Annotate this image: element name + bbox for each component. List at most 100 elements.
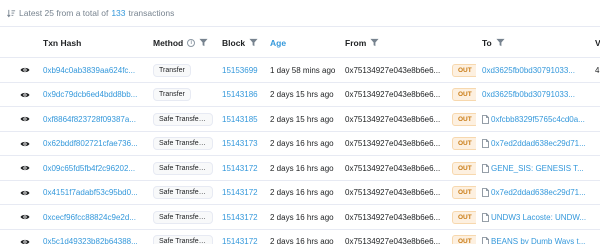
value-text xyxy=(595,181,600,205)
block-link[interactable]: 15143172 xyxy=(222,230,267,244)
method-badge: Transfer xyxy=(153,63,191,77)
age-text: 2 days 16 hrs ago xyxy=(270,212,334,222)
to-address-link[interactable]: GENE_SIS: GENESIS T... xyxy=(482,156,588,180)
direction-badge: OUT xyxy=(452,186,476,199)
eye-icon xyxy=(20,141,30,146)
from-filter-button[interactable] xyxy=(370,38,379,47)
txn-hash-header-label: Txn Hash xyxy=(43,37,82,48)
contract-file-icon xyxy=(482,114,489,124)
preview-transaction-button[interactable] xyxy=(20,163,30,173)
block-link[interactable]: 15143172 xyxy=(222,156,267,180)
block-link[interactable]: 15153699 xyxy=(222,58,267,82)
age-text: 1 day 58 mins ago xyxy=(270,65,336,75)
to-address-text[interactable]: 0xd3625fb0bd30791033... xyxy=(482,90,575,99)
summary-count: 133 xyxy=(111,8,126,18)
to-address-link[interactable]: 0x7ed2ddad638ec29d71... xyxy=(482,181,588,205)
preview-transaction-button[interactable] xyxy=(20,237,30,244)
preview-transaction-button[interactable] xyxy=(20,212,30,222)
block-link[interactable]: 15143185 xyxy=(222,107,267,131)
sort-descending-icon xyxy=(7,9,16,17)
method-badge: Safe Transfer Fr... xyxy=(153,137,213,150)
to-address-text[interactable]: 0x7ed2ddad638ec29d71... xyxy=(491,139,586,148)
eye-icon xyxy=(20,92,30,97)
txn-hash-link[interactable]: 0x5c1d49323b82b64388... xyxy=(43,230,147,244)
from-address: 0x75134927e043e8b6e6... xyxy=(345,139,441,148)
txn-hash-link[interactable]: 0xcecf96fcc88824c9e2d... xyxy=(43,205,147,229)
block-link[interactable]: 15143173 xyxy=(222,132,267,156)
txn-hash-link[interactable]: 0x62bddf802721cfae736... xyxy=(43,132,147,156)
preview-transaction-button[interactable] xyxy=(20,90,30,100)
eye-icon xyxy=(20,67,30,73)
age-header-label[interactable]: Age xyxy=(270,38,286,48)
table-row: 0x09c65fd5fb4f2c96202... Safe Transfer F… xyxy=(0,156,600,181)
method-cell: Safe Transfer Fr... xyxy=(153,156,217,180)
to-address-link[interactable]: UNDW3 Lacoste: UNDW... xyxy=(482,205,588,229)
txn-hash-link[interactable]: 0xb94c0ab3839aa624fc... xyxy=(43,58,147,82)
to-address-link[interactable]: BEANS by Dumb Ways t... xyxy=(482,230,588,244)
to-address-text[interactable]: GENE_SIS: GENESIS T... xyxy=(491,164,584,173)
direction-badge: OUT xyxy=(452,235,476,244)
block-filter-button[interactable] xyxy=(249,38,258,47)
column-header-age[interactable]: Age xyxy=(270,27,286,58)
age-text: 2 days 15 hrs ago xyxy=(270,114,334,124)
direction-badge: OUT xyxy=(452,63,476,77)
method-cell: Safe Transfer Fr... xyxy=(153,132,217,156)
value-text: 4 xyxy=(595,65,600,75)
to-address-text[interactable]: BEANS by Dumb Ways t... xyxy=(491,237,585,244)
txn-hash-link[interactable]: 0x4151f7adabf53c95bd0... xyxy=(43,181,147,205)
filter-icon xyxy=(496,38,505,47)
eye-icon xyxy=(20,165,30,171)
preview-transaction-button[interactable] xyxy=(20,188,30,198)
column-header-method: Method i xyxy=(153,27,208,58)
direction-cell: OUT xyxy=(452,58,476,82)
table-row: 0x62bddf802721cfae736... Safe Transfer F… xyxy=(0,132,600,156)
method-cell: Transfer xyxy=(153,58,217,82)
method-cell: Safe Transfer Fr... xyxy=(153,230,217,244)
table-header: Txn Hash Method i Block Age From To V xyxy=(0,26,600,58)
contract-file-icon xyxy=(482,163,489,173)
preview-transaction-button[interactable] xyxy=(20,65,30,75)
block-link[interactable]: 15143172 xyxy=(222,205,267,229)
column-header-txn-hash: Txn Hash xyxy=(43,27,81,58)
to-address-text[interactable]: UNDW3 Lacoste: UNDW... xyxy=(491,213,586,222)
eye-icon xyxy=(20,116,30,122)
from-address: 0x75134927e043e8b6e6... xyxy=(345,188,441,197)
direction-cell: OUT xyxy=(452,230,476,244)
method-badge: Safe Transfer Fr... xyxy=(153,112,213,126)
column-header-from: From xyxy=(345,27,379,58)
age-text: 2 days 16 hrs ago xyxy=(270,188,334,197)
from-address: 0x75134927e043e8b6e6... xyxy=(345,163,441,173)
method-filter-button[interactable] xyxy=(199,38,208,47)
block-link[interactable]: 15143186 xyxy=(222,83,267,107)
summary-suffix: transactions xyxy=(128,8,175,18)
value-text xyxy=(595,107,600,131)
to-address-link[interactable]: 0xd3625fb0bd30791033... xyxy=(482,58,588,82)
info-icon[interactable]: i xyxy=(187,38,196,47)
preview-transaction-button[interactable] xyxy=(20,114,30,124)
direction-cell: OUT xyxy=(452,205,476,229)
direction-badge: OUT xyxy=(452,88,476,101)
txn-hash-link[interactable]: 0x09c65fd5fb4f2c96202... xyxy=(43,156,147,180)
to-address-text[interactable]: 0xfcbb8329f5765c4cd0a... xyxy=(491,115,585,124)
value-text xyxy=(595,156,600,180)
to-address-text[interactable]: 0x7ed2ddad638ec29d71... xyxy=(491,188,586,197)
transactions-summary: Latest 25 from a total of 133 transactio… xyxy=(7,6,174,20)
from-address: 0x75134927e043e8b6e6... xyxy=(345,90,441,99)
to-address-link[interactable]: 0x7ed2ddad638ec29d71... xyxy=(482,132,588,156)
txn-hash-link[interactable]: 0x9dc79dcb6ed4bdd8bb... xyxy=(43,83,147,107)
table-row: 0xb94c0ab3839aa624fc... Transfer 1515369… xyxy=(0,58,600,83)
block-link[interactable]: 15143172 xyxy=(222,181,267,205)
value-text xyxy=(595,205,600,229)
to-address-link[interactable]: 0xd3625fb0bd30791033... xyxy=(482,83,588,107)
preview-transaction-button[interactable] xyxy=(20,139,30,149)
to-address-text[interactable]: 0xd3625fb0bd30791033... xyxy=(482,66,575,75)
method-badge: Safe Transfer Fr... xyxy=(153,210,213,224)
contract-file-icon xyxy=(482,237,489,244)
table-row: 0x9dc79dcb6ed4bdd8bb... Transfer 1514318… xyxy=(0,83,600,107)
txn-hash-link[interactable]: 0xf8864f823728f09387a... xyxy=(43,107,147,131)
filter-icon xyxy=(199,38,208,47)
direction-cell: OUT xyxy=(452,181,476,205)
to-filter-button[interactable] xyxy=(496,38,505,47)
method-cell: Safe Transfer Fr... xyxy=(153,181,217,205)
to-address-link[interactable]: 0xfcbb8329f5765c4cd0a... xyxy=(482,107,588,131)
